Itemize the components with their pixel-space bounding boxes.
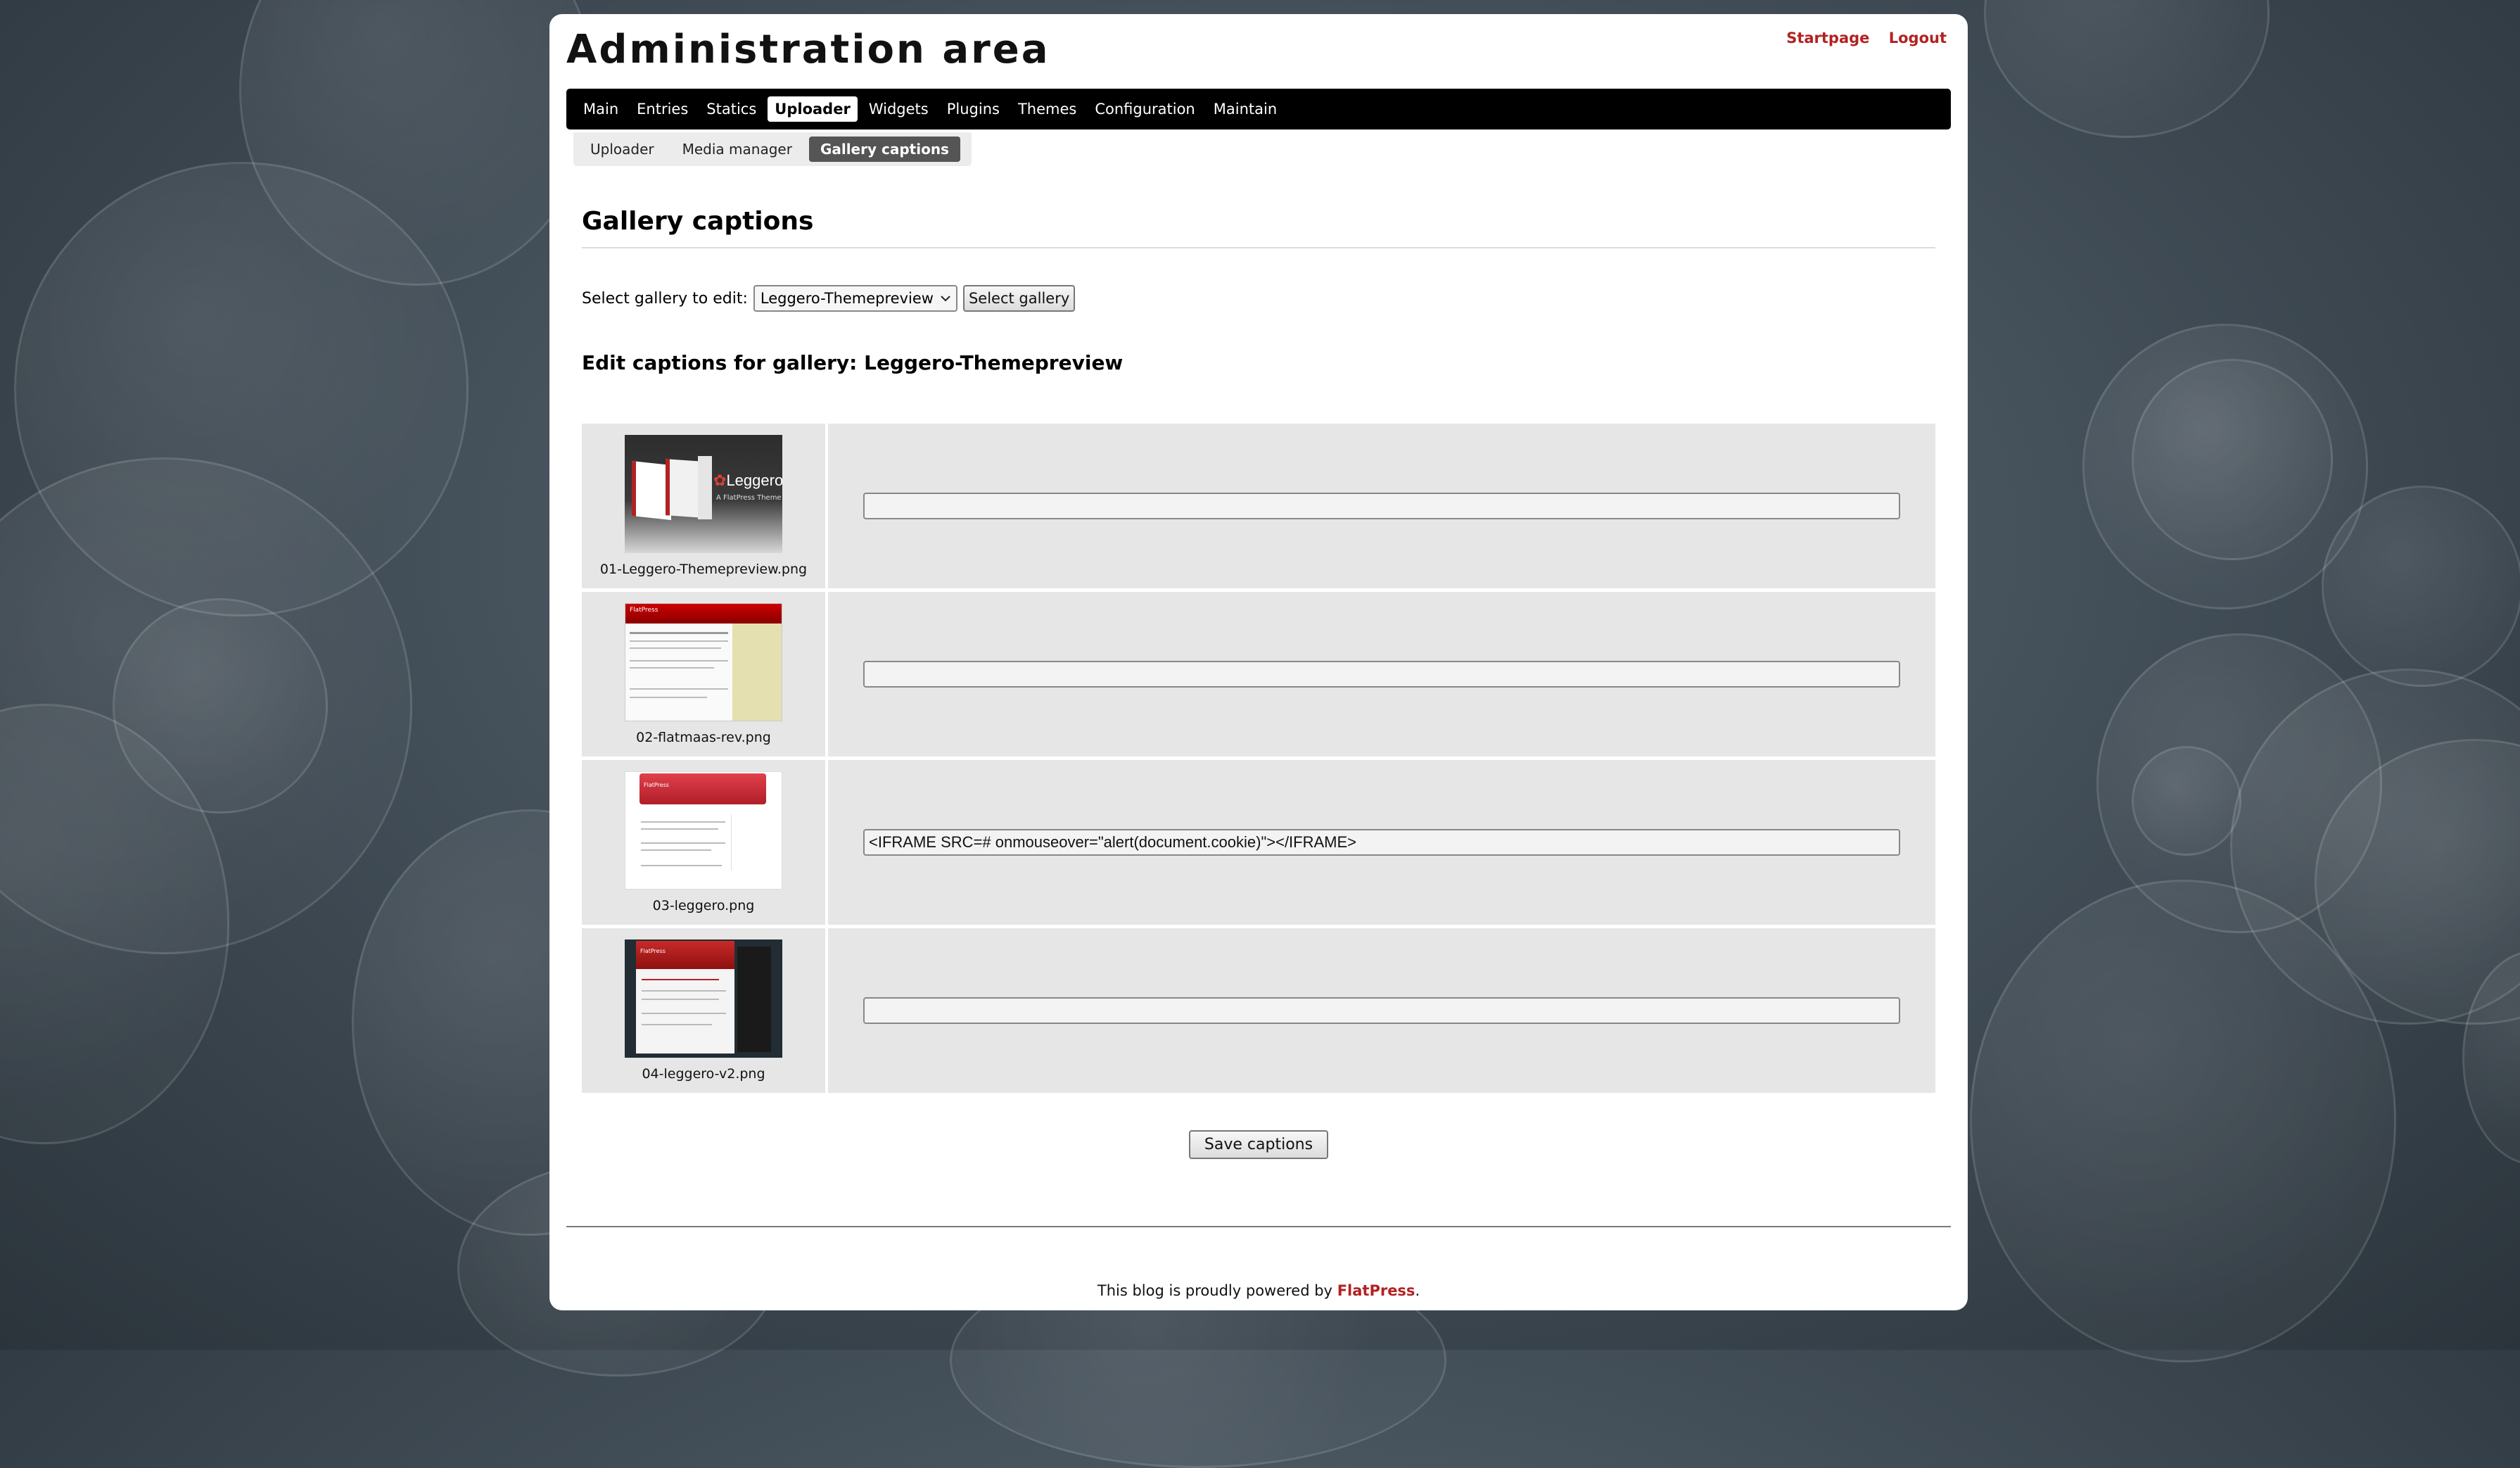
caption-input[interactable] bbox=[863, 829, 1900, 856]
footer: This blog is proudly powered by FlatPres… bbox=[549, 1282, 1968, 1299]
gallery-select[interactable]: Leggero-Themepreview bbox=[753, 285, 957, 312]
image-filename: 04-leggero-v2.png bbox=[642, 1066, 765, 1082]
thumb-title: FlatPress bbox=[644, 782, 669, 788]
thumb-cell: ✿Leggero A FlatPress Theme 01-Leggero-Th… bbox=[582, 424, 828, 592]
caption-cell bbox=[828, 424, 1935, 592]
main-nav: Main Entries Statics Uploader Widgets Pl… bbox=[566, 89, 1951, 129]
gallery-select-label: Select gallery to edit: bbox=[582, 289, 748, 308]
thumb-title: FlatPress bbox=[630, 607, 658, 614]
nav-maintain[interactable]: Maintain bbox=[1207, 96, 1284, 122]
nav-main[interactable]: Main bbox=[576, 96, 625, 122]
captions-table: ✿Leggero A FlatPress Theme 01-Leggero-Th… bbox=[582, 424, 1935, 1096]
footer-divider bbox=[566, 1226, 1951, 1227]
footer-period: . bbox=[1415, 1282, 1420, 1299]
top-links: Startpage Logout bbox=[1772, 30, 1947, 46]
sub-nav: Uploader Media manager Gallery captions bbox=[573, 132, 972, 166]
caption-cell bbox=[828, 760, 1935, 928]
caption-cell bbox=[828, 592, 1935, 760]
nav-configuration[interactable]: Configuration bbox=[1088, 96, 1202, 122]
thumb-title: Leggero bbox=[726, 472, 782, 489]
caption-input[interactable] bbox=[863, 661, 1900, 688]
thumb-cell: FlatPress 02-flatmaas-rev.png bbox=[582, 592, 828, 760]
table-row: FlatPress 04-leggero-v2.png bbox=[582, 928, 1935, 1096]
caption-input[interactable] bbox=[863, 493, 1900, 519]
nav-plugins[interactable]: Plugins bbox=[940, 96, 1007, 122]
startpage-link[interactable]: Startpage bbox=[1786, 30, 1869, 46]
table-row: FlatPress 03-leggero.png bbox=[582, 760, 1935, 928]
nav-themes[interactable]: Themes bbox=[1011, 96, 1083, 122]
main-content: Gallery captions Select gallery to edit:… bbox=[582, 190, 1935, 1159]
nav-uploader[interactable]: Uploader bbox=[768, 96, 858, 122]
thumbnail-image: FlatPress bbox=[625, 603, 782, 721]
footer-text: This blog is proudly powered by bbox=[1097, 1282, 1332, 1299]
caption-cell bbox=[828, 928, 1935, 1096]
caption-input[interactable] bbox=[863, 997, 1900, 1024]
nav-entries[interactable]: Entries bbox=[630, 96, 695, 122]
logout-link[interactable]: Logout bbox=[1889, 30, 1947, 46]
site-title: Administration area bbox=[566, 27, 1050, 72]
table-row: FlatPress 02-flatmaas-rev.png bbox=[582, 592, 1935, 760]
edit-captions-title: Edit captions for gallery: Leggero-Theme… bbox=[582, 351, 1124, 374]
select-gallery-button[interactable]: Select gallery bbox=[962, 285, 1076, 312]
nav-statics[interactable]: Statics bbox=[699, 96, 763, 122]
thumbnail-image: FlatPress bbox=[625, 771, 782, 890]
subnav-media-manager[interactable]: Media manager bbox=[671, 137, 803, 162]
page-title: Gallery captions bbox=[582, 207, 1935, 248]
thumbnail-image: ✿Leggero A FlatPress Theme bbox=[625, 435, 782, 553]
save-captions-button[interactable]: Save captions bbox=[1188, 1130, 1329, 1159]
flatpress-link[interactable]: FlatPress bbox=[1337, 1282, 1415, 1299]
thumb-cell: FlatPress 03-leggero.png bbox=[582, 760, 828, 928]
chevron-down-icon bbox=[941, 296, 950, 302]
image-filename: 03-leggero.png bbox=[652, 898, 755, 913]
nav-widgets[interactable]: Widgets bbox=[862, 96, 936, 122]
thumb-title: FlatPress bbox=[640, 948, 666, 954]
thumbnail-image: FlatPress bbox=[625, 939, 782, 1058]
image-filename: 01-Leggero-Themepreview.png bbox=[599, 562, 808, 577]
image-filename: 02-flatmaas-rev.png bbox=[636, 730, 771, 745]
save-row: Save captions bbox=[582, 1130, 1935, 1159]
table-row: ✿Leggero A FlatPress Theme 01-Leggero-Th… bbox=[582, 424, 1935, 592]
gallery-select-value: Leggero-Themepreview bbox=[760, 290, 934, 307]
admin-panel: Administration area Startpage Logout Mai… bbox=[549, 14, 1968, 1310]
gallery-select-row: Select gallery to edit: Leggero-Themepre… bbox=[582, 285, 1935, 312]
thumb-cell: FlatPress 04-leggero-v2.png bbox=[582, 928, 828, 1096]
subnav-uploader[interactable]: Uploader bbox=[579, 137, 666, 162]
subnav-gallery-captions[interactable]: Gallery captions bbox=[808, 137, 960, 162]
thumb-subtitle: A FlatPress Theme bbox=[716, 494, 782, 502]
